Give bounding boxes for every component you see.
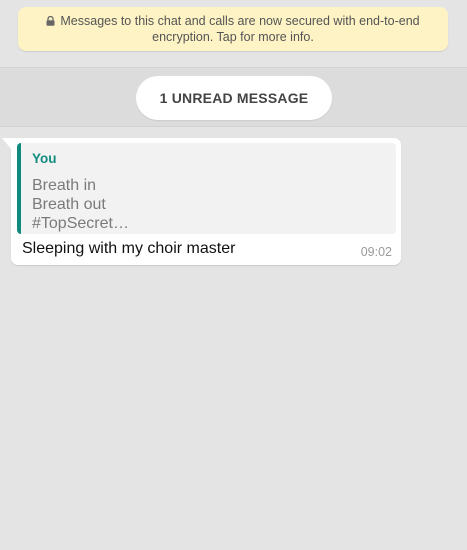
quote-line: Breath in [32, 177, 97, 194]
lock-icon [46, 16, 55, 26]
unread-banner: 1 UNREAD MESSAGE [0, 67, 467, 127]
encryption-notice[interactable]: Messages to this chat and calls are now … [18, 7, 448, 51]
quote-line: #TopSecret… [32, 215, 129, 232]
incoming-message-bubble[interactable]: You Breath in Breath out #TopSecret… Sle… [2, 138, 401, 265]
encryption-notice-text-1: Messages to this chat and calls are now … [60, 14, 420, 28]
quote-accent-bar [17, 143, 21, 234]
quote-author: You [32, 151, 57, 166]
quoted-reply[interactable]: You Breath in Breath out #TopSecret… [17, 143, 396, 234]
unread-messages-pill: 1 UNREAD MESSAGE [136, 76, 332, 120]
message-timestamp: 09:02 [360, 245, 392, 259]
message-text: Sleeping with my choir master [22, 240, 236, 257]
quote-line: Breath out [32, 196, 106, 213]
bubble-tail [2, 138, 12, 150]
chat-area: Messages to this chat and calls are now … [0, 0, 467, 550]
encryption-notice-text-2: encryption. Tap for more info. [152, 30, 314, 44]
encryption-notice-line-1: Messages to this chat and calls are now … [46, 14, 420, 28]
